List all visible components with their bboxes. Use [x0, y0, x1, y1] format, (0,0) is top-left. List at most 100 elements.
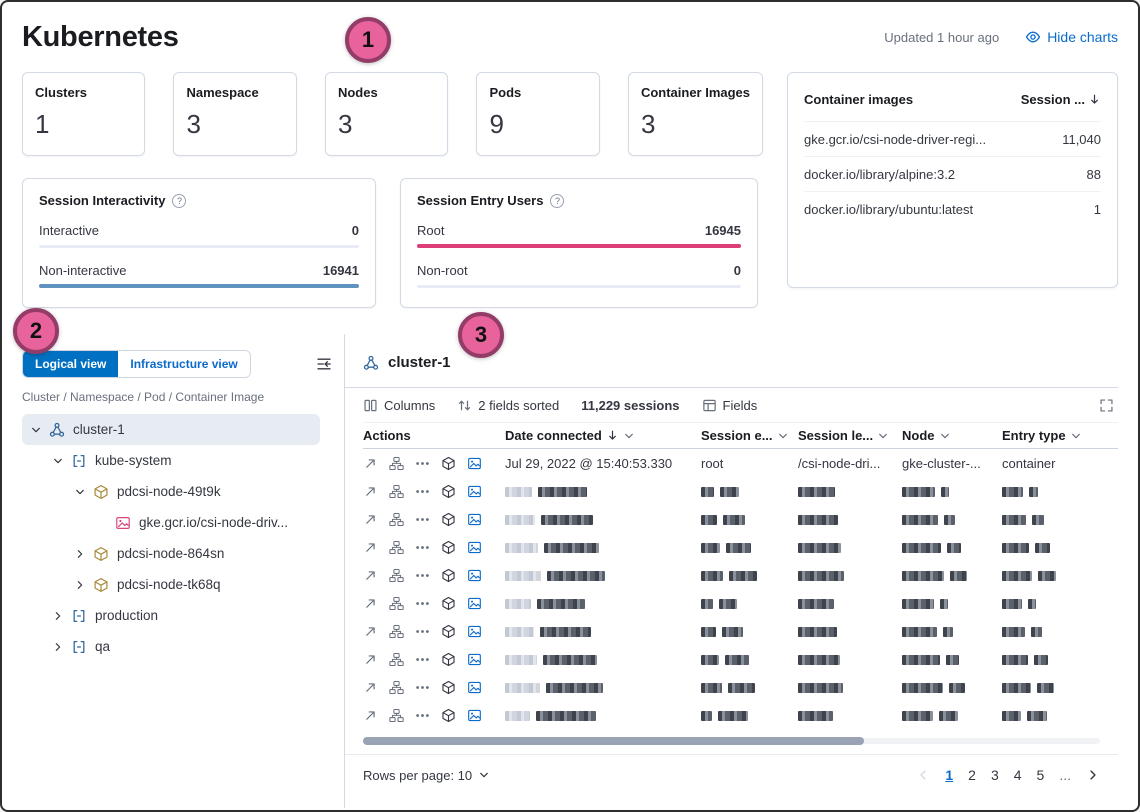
- more-actions-icon[interactable]: [415, 456, 430, 471]
- session-row[interactable]: [363, 673, 1118, 701]
- logical-view-button[interactable]: Logical view: [23, 351, 118, 377]
- expand-session-icon[interactable]: [363, 540, 378, 555]
- session-row[interactable]: Jul 29, 2022 @ 15:40:53.330root/csi-node…: [363, 449, 1118, 477]
- session-row[interactable]: [363, 505, 1118, 533]
- fields-sorted-button[interactable]: 2 fields sorted: [457, 398, 559, 413]
- pod-icon[interactable]: [441, 568, 456, 583]
- container-image-icon[interactable]: [467, 624, 482, 639]
- container-image-row[interactable]: docker.io/library/alpine:3.288: [804, 156, 1101, 191]
- tree-item-production[interactable]: production: [22, 600, 320, 631]
- expand-session-icon[interactable]: [363, 484, 378, 499]
- more-actions-icon[interactable]: [415, 652, 430, 667]
- pod-icon[interactable]: [441, 512, 456, 527]
- process-tree-icon[interactable]: [389, 652, 404, 667]
- page-2[interactable]: 2: [968, 767, 976, 783]
- process-tree-icon[interactable]: [389, 456, 404, 471]
- fullscreen-icon[interactable]: [1099, 398, 1114, 413]
- chevron-right-icon[interactable]: [72, 546, 88, 562]
- page-4[interactable]: 4: [1014, 767, 1022, 783]
- expand-session-icon[interactable]: [363, 456, 378, 471]
- help-icon[interactable]: ?: [550, 194, 564, 208]
- tree-item-pdcsi-node-864sn[interactable]: pdcsi-node-864sn: [22, 538, 320, 569]
- pod-icon[interactable]: [441, 540, 456, 555]
- expand-session-icon[interactable]: [363, 708, 378, 723]
- container-image-row[interactable]: gke.gcr.io/csi-node-driver-regi...11,040: [804, 121, 1101, 156]
- session-row[interactable]: [363, 561, 1118, 589]
- columns-button[interactable]: Columns: [363, 398, 435, 413]
- chevron-down-icon[interactable]: [28, 422, 44, 438]
- more-actions-icon[interactable]: [415, 484, 430, 499]
- more-actions-icon[interactable]: [415, 568, 430, 583]
- pod-icon[interactable]: [441, 456, 456, 471]
- expand-session-icon[interactable]: [363, 680, 378, 695]
- collapse-tree-icon[interactable]: [316, 356, 332, 372]
- pod-icon[interactable]: [441, 708, 456, 723]
- container-image-row[interactable]: docker.io/library/ubuntu:latest1: [804, 191, 1101, 226]
- session-row[interactable]: [363, 533, 1118, 561]
- session-row[interactable]: [363, 645, 1118, 673]
- chevron-down-icon[interactable]: [72, 484, 88, 500]
- container-image-icon[interactable]: [467, 568, 482, 583]
- column-header-session-e[interactable]: Session e...: [701, 428, 798, 443]
- column-header-node[interactable]: Node: [902, 428, 1002, 443]
- expand-session-icon[interactable]: [363, 512, 378, 527]
- scrollbar-thumb[interactable]: [363, 737, 864, 745]
- column-header-date-connected[interactable]: Date connected: [505, 428, 701, 443]
- container-image-icon[interactable]: [467, 512, 482, 527]
- more-actions-icon[interactable]: [415, 680, 430, 695]
- expand-session-icon[interactable]: [363, 596, 378, 611]
- tree-item-gke-gcr-io-csi-node-driv[interactable]: gke.gcr.io/csi-node-driv...: [22, 507, 320, 538]
- more-actions-icon[interactable]: [415, 624, 430, 639]
- container-image-icon[interactable]: [467, 456, 482, 471]
- container-image-icon[interactable]: [467, 596, 482, 611]
- tree-item-qa[interactable]: qa: [22, 631, 320, 662]
- pod-icon[interactable]: [441, 484, 456, 499]
- tree-item-pdcsi-node-tk68q[interactable]: pdcsi-node-tk68q: [22, 569, 320, 600]
- pod-icon[interactable]: [441, 652, 456, 667]
- horizontal-scrollbar[interactable]: [363, 736, 1100, 746]
- chevron-down-icon[interactable]: [50, 453, 66, 469]
- session-row[interactable]: [363, 617, 1118, 645]
- more-actions-icon[interactable]: [415, 596, 430, 611]
- page-prev-button[interactable]: [916, 768, 930, 782]
- process-tree-icon[interactable]: [389, 568, 404, 583]
- pod-icon[interactable]: [441, 624, 456, 639]
- chevron-right-icon[interactable]: [50, 639, 66, 655]
- session-row[interactable]: [363, 701, 1118, 729]
- session-row[interactable]: [363, 589, 1118, 617]
- container-image-icon[interactable]: [467, 652, 482, 667]
- expand-session-icon[interactable]: [363, 568, 378, 583]
- chevron-right-icon[interactable]: [72, 577, 88, 593]
- hide-charts-button[interactable]: Hide charts: [1025, 29, 1118, 45]
- process-tree-icon[interactable]: [389, 680, 404, 695]
- more-actions-icon[interactable]: [415, 512, 430, 527]
- container-image-icon[interactable]: [467, 680, 482, 695]
- pod-icon[interactable]: [441, 680, 456, 695]
- chevron-right-icon[interactable]: [50, 608, 66, 624]
- help-icon[interactable]: ?: [172, 194, 186, 208]
- process-tree-icon[interactable]: [389, 596, 404, 611]
- process-tree-icon[interactable]: [389, 708, 404, 723]
- expand-session-icon[interactable]: [363, 652, 378, 667]
- container-image-icon[interactable]: [467, 540, 482, 555]
- page-next-button[interactable]: [1086, 768, 1100, 782]
- tree-item-cluster-1[interactable]: cluster-1: [22, 414, 320, 445]
- tree-item-kube-system[interactable]: kube-system: [22, 445, 320, 476]
- container-image-icon[interactable]: [467, 708, 482, 723]
- process-tree-icon[interactable]: [389, 484, 404, 499]
- pod-icon[interactable]: [441, 596, 456, 611]
- page-3[interactable]: 3: [991, 767, 999, 783]
- more-actions-icon[interactable]: [415, 708, 430, 723]
- container-images-sort-button[interactable]: Session ...: [1021, 92, 1101, 107]
- container-image-icon[interactable]: [467, 484, 482, 499]
- column-header-entry-type[interactable]: Entry type: [1002, 428, 1098, 443]
- process-tree-icon[interactable]: [389, 512, 404, 527]
- infrastructure-view-button[interactable]: Infrastructure view: [118, 351, 249, 377]
- tree-item-pdcsi-node-49t9k[interactable]: pdcsi-node-49t9k: [22, 476, 320, 507]
- fields-button[interactable]: Fields: [702, 398, 758, 413]
- process-tree-icon[interactable]: [389, 624, 404, 639]
- process-tree-icon[interactable]: [389, 540, 404, 555]
- session-row[interactable]: [363, 477, 1118, 505]
- more-actions-icon[interactable]: [415, 540, 430, 555]
- rows-per-page-button[interactable]: Rows per page: 10: [363, 768, 490, 783]
